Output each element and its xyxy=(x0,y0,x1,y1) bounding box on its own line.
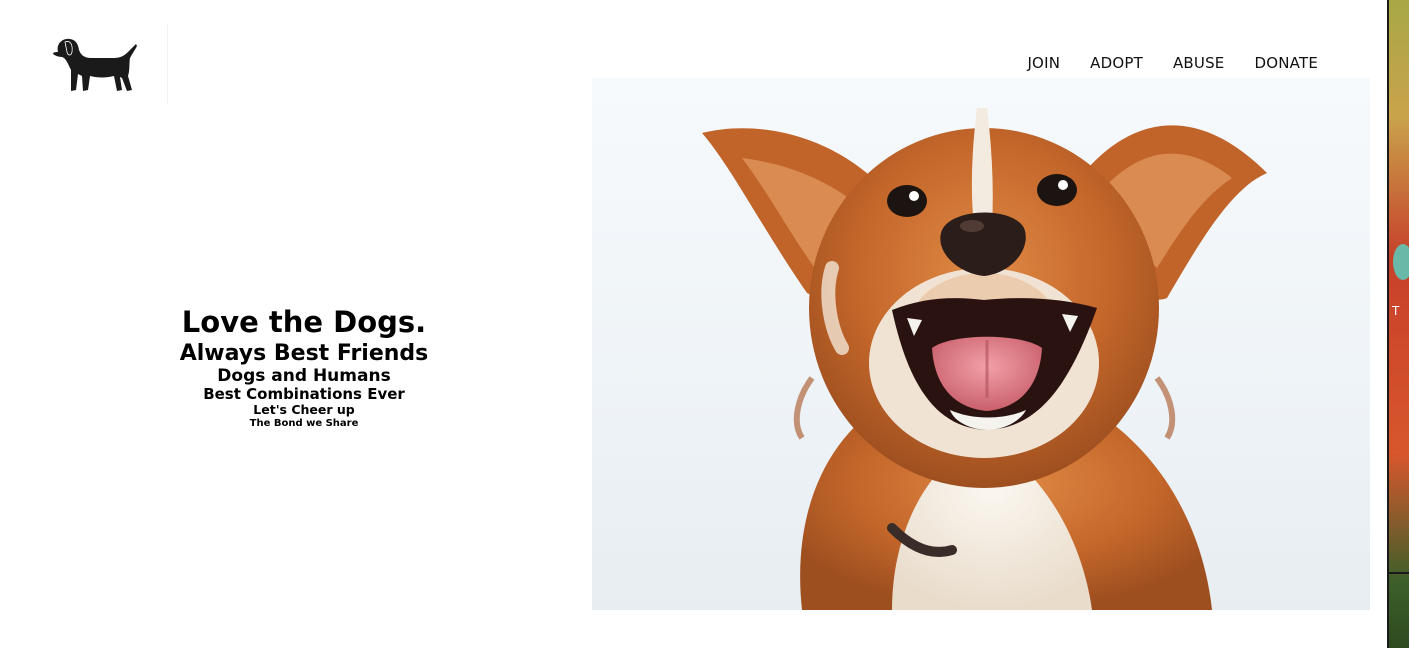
nav-adopt[interactable]: ADOPT xyxy=(1090,54,1143,72)
hero-line-6: The Bond we Share xyxy=(249,417,359,429)
nav-abuse[interactable]: ABUSE xyxy=(1173,54,1225,72)
hero-line-5: Let's Cheer up xyxy=(253,402,355,418)
header-divider xyxy=(167,24,168,104)
edge-divider xyxy=(1389,572,1409,574)
next-slide-edge: T xyxy=(1387,0,1409,648)
hero-line-3: Dogs and Humans xyxy=(217,365,391,386)
edge-letter: T xyxy=(1392,304,1400,318)
dog-silhouette-icon xyxy=(53,38,137,91)
hero-text: Love the Dogs. Always Best Friends Dogs … xyxy=(164,305,444,429)
edge-decoration xyxy=(1393,244,1409,280)
nav-donate[interactable]: DONATE xyxy=(1254,54,1318,72)
nav-join[interactable]: JOIN xyxy=(1027,54,1060,72)
main-nav: JOIN ADOPT ABUSE DONATE xyxy=(1027,54,1318,72)
hero-headline: Love the Dogs. xyxy=(181,305,427,339)
hero-dog-image xyxy=(592,78,1370,610)
logo[interactable] xyxy=(48,30,140,98)
hero-line-2: Always Best Friends xyxy=(179,341,429,367)
smiling-puppy-photo xyxy=(702,108,1267,610)
hero-line-4: Best Combinations Ever xyxy=(203,385,405,404)
